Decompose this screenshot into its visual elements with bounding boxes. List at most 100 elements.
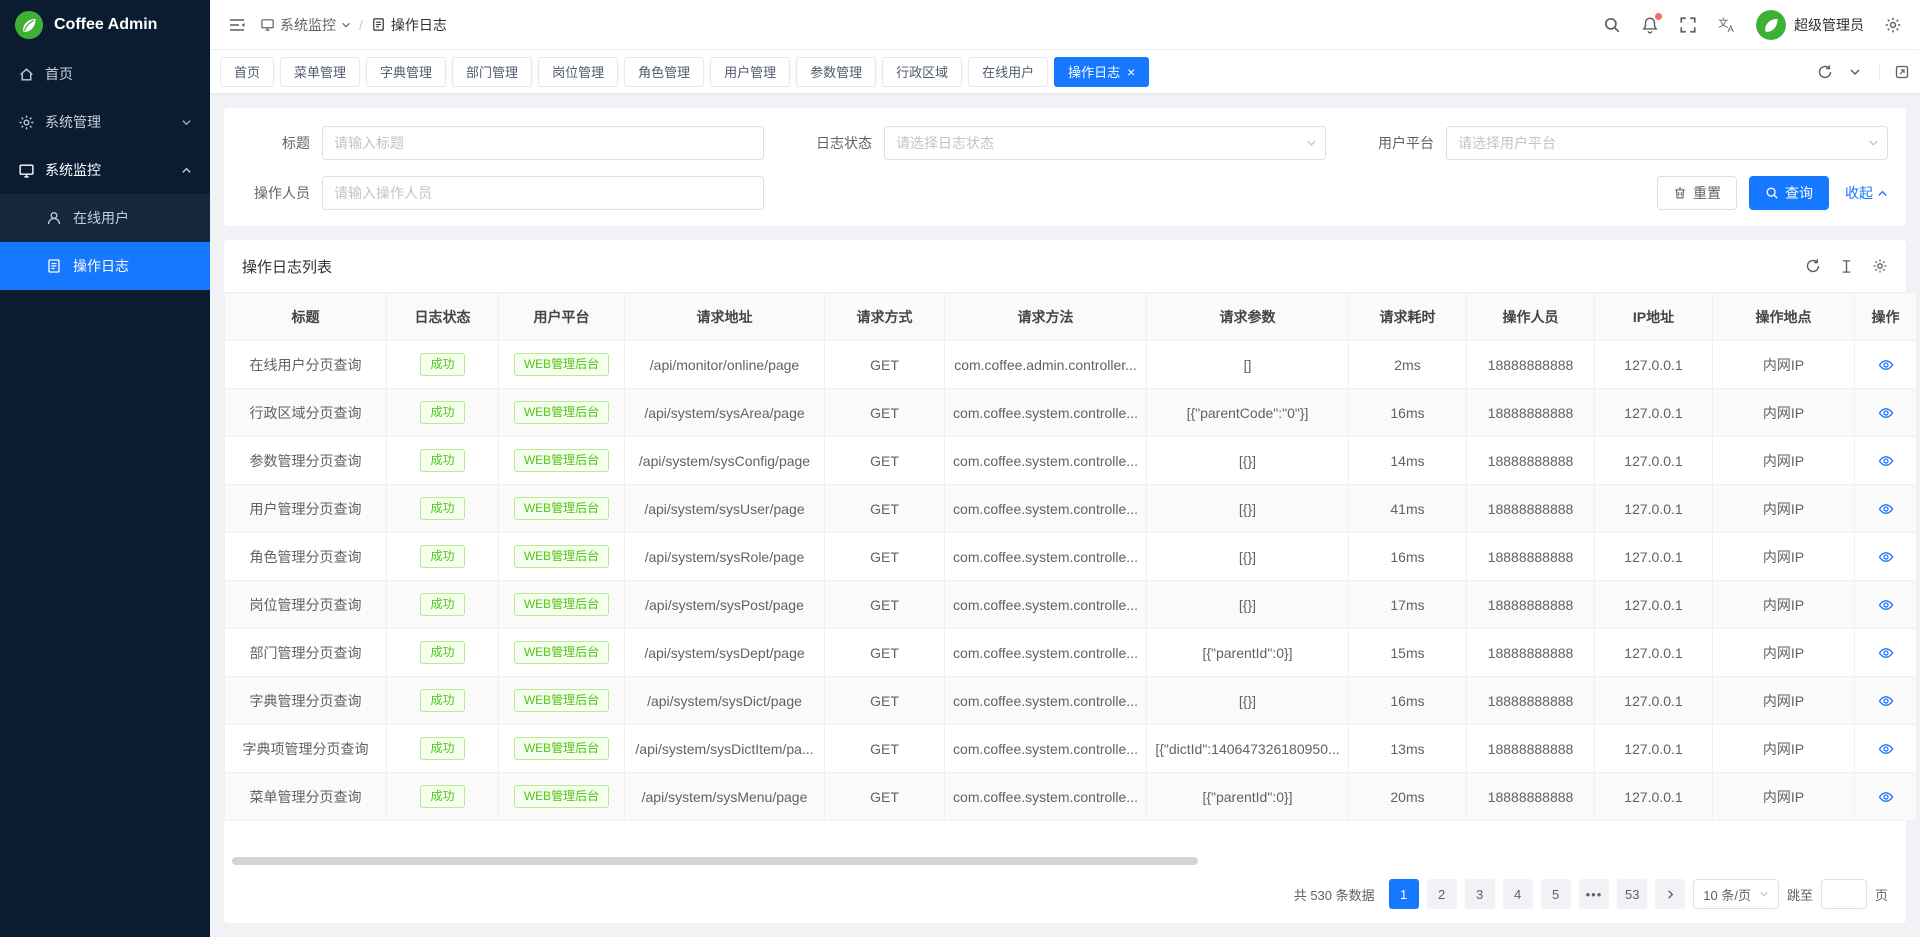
next-page-button[interactable] xyxy=(1655,879,1685,909)
status-filter-select[interactable] xyxy=(884,126,1326,160)
view-detail-icon[interactable] xyxy=(1878,501,1894,517)
pagination-pages: 12345 •••53 xyxy=(1389,879,1648,909)
chevron-down-icon xyxy=(1306,138,1317,149)
settings-icon[interactable] xyxy=(1872,258,1888,274)
pagination-total: 共 530 条数据 xyxy=(1294,885,1375,904)
scrollbar-thumb[interactable] xyxy=(232,857,1198,865)
sidebar-item-online-users[interactable]: 在线用户 xyxy=(0,194,210,242)
tab-item[interactable]: 部门管理 xyxy=(452,57,532,87)
tab-item[interactable]: 首页 xyxy=(220,57,274,87)
view-detail-icon[interactable] xyxy=(1878,405,1894,421)
translate-icon[interactable]: 文A xyxy=(1717,15,1736,34)
cell-action xyxy=(1855,389,1917,437)
tab-item[interactable]: 行政区域 xyxy=(882,57,962,87)
cell-method: GET xyxy=(825,437,945,485)
view-detail-icon[interactable] xyxy=(1878,549,1894,565)
cell-action xyxy=(1855,725,1917,773)
page-number-button[interactable]: 4 xyxy=(1503,879,1533,909)
tab-item[interactable]: 操作日志× xyxy=(1054,57,1149,87)
cell-url: /api/system/sysArea/page xyxy=(625,389,825,437)
refresh-icon[interactable] xyxy=(1817,64,1833,80)
reset-button[interactable]: 重置 xyxy=(1657,176,1737,210)
status-tag: 成功 xyxy=(420,689,464,712)
tab-close-icon[interactable]: × xyxy=(1127,65,1135,79)
cell-operator: 18888888888 xyxy=(1467,773,1595,821)
jump-page-input[interactable] xyxy=(1821,879,1867,909)
operator-filter-input[interactable] xyxy=(322,176,764,210)
menu-fold-icon[interactable] xyxy=(228,17,246,33)
gear-icon[interactable] xyxy=(1884,16,1902,34)
view-detail-icon[interactable] xyxy=(1878,645,1894,661)
cell-status: 成功 xyxy=(387,725,499,773)
platform-filter-select[interactable] xyxy=(1446,126,1888,160)
filter-panel: 标题 日志状态 用户平台 xyxy=(224,108,1906,226)
tab-label: 菜单管理 xyxy=(294,62,346,81)
cell-title: 用户管理分页查询 xyxy=(225,485,387,533)
view-detail-icon[interactable] xyxy=(1878,453,1894,469)
platform-tag: WEB管理后台 xyxy=(514,689,609,712)
cell-handler: com.coffee.system.controlle... xyxy=(945,533,1147,581)
cell-operator: 18888888888 xyxy=(1467,389,1595,437)
tab-item[interactable]: 在线用户 xyxy=(968,57,1048,87)
view-detail-icon[interactable] xyxy=(1878,789,1894,805)
chevron-down-icon[interactable] xyxy=(1849,66,1861,78)
title-filter-input[interactable] xyxy=(322,126,764,160)
page-fullscreen-icon[interactable] xyxy=(1879,64,1910,80)
cell-operator: 18888888888 xyxy=(1467,725,1595,773)
column-height-icon[interactable] xyxy=(1839,259,1854,274)
page-number-button[interactable]: 53 xyxy=(1617,879,1647,909)
cell-status: 成功 xyxy=(387,629,499,677)
cell-duration: 16ms xyxy=(1349,533,1467,581)
page-number-button[interactable]: 5 xyxy=(1541,879,1571,909)
status-tag: 成功 xyxy=(420,785,464,808)
column-header: 操作 xyxy=(1855,293,1917,341)
page-number-button[interactable]: 3 xyxy=(1465,879,1495,909)
user-menu[interactable]: 超级管理员 xyxy=(1756,10,1864,40)
status-tag: 成功 xyxy=(420,401,464,424)
tab-item[interactable]: 菜单管理 xyxy=(280,57,360,87)
cell-url: /api/system/sysConfig/page xyxy=(625,437,825,485)
column-header: 请求参数 xyxy=(1147,293,1349,341)
column-header: 操作人员 xyxy=(1467,293,1595,341)
view-detail-icon[interactable] xyxy=(1878,741,1894,757)
cell-url: /api/system/sysRole/page xyxy=(625,533,825,581)
pagination-more-button[interactable]: ••• xyxy=(1579,879,1610,909)
breadcrumb-parent[interactable]: 系统监控 xyxy=(260,15,351,35)
cell-status: 成功 xyxy=(387,533,499,581)
username: 超级管理员 xyxy=(1794,15,1864,35)
cell-location: 内网IP xyxy=(1713,773,1855,821)
page-number-button[interactable]: 1 xyxy=(1389,879,1419,909)
bell-icon[interactable] xyxy=(1641,16,1659,34)
cell-duration: 17ms xyxy=(1349,581,1467,629)
chevron-up-icon xyxy=(1877,188,1888,199)
view-detail-icon[interactable] xyxy=(1878,693,1894,709)
platform-tag: WEB管理后台 xyxy=(514,785,609,808)
refresh-icon[interactable] xyxy=(1805,258,1821,274)
sidebar-item-home[interactable]: 首页 xyxy=(0,50,210,98)
main-area: 系统监控 / 操作日志 xyxy=(210,0,1920,937)
cell-title: 部门管理分页查询 xyxy=(225,629,387,677)
page-size-select[interactable]: 10 条/页 xyxy=(1693,879,1779,909)
view-detail-icon[interactable] xyxy=(1878,597,1894,613)
monitor-icon xyxy=(260,17,275,32)
chevron-down-icon xyxy=(1759,889,1769,899)
app-logo[interactable]: Coffee Admin xyxy=(0,0,210,50)
view-detail-icon[interactable] xyxy=(1878,357,1894,373)
sidebar-item-system-mgmt[interactable]: 系统管理 xyxy=(0,98,210,146)
platform-tag: WEB管理后台 xyxy=(514,737,609,760)
tab-item[interactable]: 参数管理 xyxy=(796,57,876,87)
platform-filter-label: 用户平台 xyxy=(1366,133,1446,153)
fullscreen-icon[interactable] xyxy=(1679,16,1697,34)
sidebar-item-system-monitor[interactable]: 系统监控 xyxy=(0,146,210,194)
page-number-button[interactable]: 2 xyxy=(1427,879,1457,909)
tab-item[interactable]: 角色管理 xyxy=(624,57,704,87)
tab-item[interactable]: 字典管理 xyxy=(366,57,446,87)
table-row: 字典管理分页查询成功WEB管理后台/api/system/sysDict/pag… xyxy=(225,677,1917,725)
page-size-value: 10 条/页 xyxy=(1703,885,1751,904)
search-icon[interactable] xyxy=(1603,16,1621,34)
search-button[interactable]: 查询 xyxy=(1749,176,1829,210)
tab-item[interactable]: 用户管理 xyxy=(710,57,790,87)
sidebar-item-operation-log[interactable]: 操作日志 xyxy=(0,242,210,290)
tab-item[interactable]: 岗位管理 xyxy=(538,57,618,87)
collapse-link[interactable]: 收起 xyxy=(1845,183,1888,203)
